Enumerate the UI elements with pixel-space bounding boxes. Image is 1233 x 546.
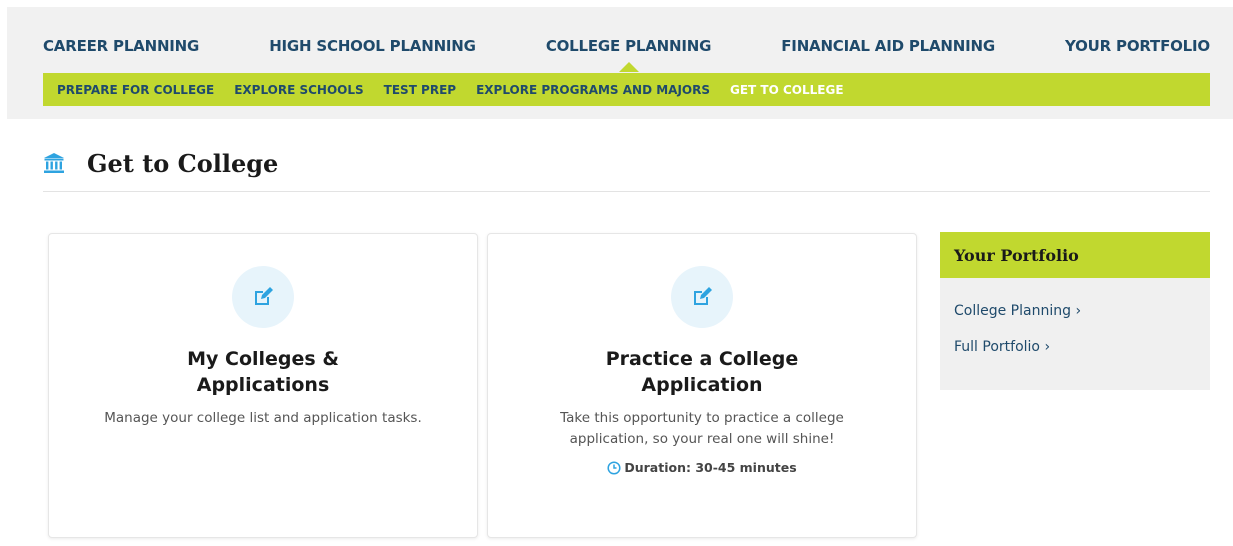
nav-college-planning[interactable]: COLLEGE PLANNING [538,37,719,72]
edit-icon [255,287,273,305]
portfolio-link-full-portfolio[interactable]: Full Portfolio › [954,338,1210,356]
edit-icon [694,287,712,305]
subnav-test-prep[interactable]: TEST PREP [384,83,456,97]
card-icon-circle [671,266,733,328]
portfolio-links: College Planning › Full Portfolio › [940,278,1210,356]
card-title: Practice a College Application [605,348,799,396]
card-title: My Colleges & Applications [187,348,339,396]
card-my-colleges-applications[interactable]: My Colleges & Applications Manage your c… [48,233,478,538]
portfolio-link-college-planning[interactable]: College Planning › [954,302,1210,320]
subnav-prepare-for-college[interactable]: PREPARE FOR COLLEGE [57,83,214,97]
main-navigation: CAREER PLANNING HIGH SCHOOL PLANNING COL… [35,28,1210,72]
nav-high-school-planning[interactable]: HIGH SCHOOL PLANNING [261,37,484,55]
chevron-right-icon: › [1075,303,1082,319]
sub-navigation: PREPARE FOR COLLEGE EXPLORE SCHOOLS TEST… [43,73,1210,106]
duration-label: Duration: 30-45 minutes [607,460,797,475]
bank-icon [44,153,64,173]
card-description: Manage your college list and application… [104,410,422,426]
page-title: Get to College [87,149,279,178]
subnav-get-to-college[interactable]: GET TO COLLEGE [730,83,844,97]
nav-financial-aid-planning[interactable]: FINANCIAL AID PLANNING [773,37,1003,55]
nav-your-portfolio[interactable]: YOUR PORTFOLIO [1057,37,1210,55]
clock-icon [607,460,621,475]
card-practice-college-application[interactable]: Practice a College Application Take this… [487,233,917,538]
subnav-explore-programs-and-majors[interactable]: EXPLORE PROGRAMS AND MAJORS [476,83,710,97]
your-portfolio-panel: Your Portfolio College Planning › Full P… [940,232,1210,390]
chevron-right-icon: › [1044,339,1051,355]
card-icon-circle [232,266,294,328]
card-description: Take this opportunity to practice a coll… [560,410,844,447]
nav-career-planning[interactable]: CAREER PLANNING [35,37,207,55]
page-header: Get to College [43,146,1210,192]
subnav-explore-schools[interactable]: EXPLORE SCHOOLS [234,83,363,97]
portfolio-title: Your Portfolio [940,232,1210,278]
